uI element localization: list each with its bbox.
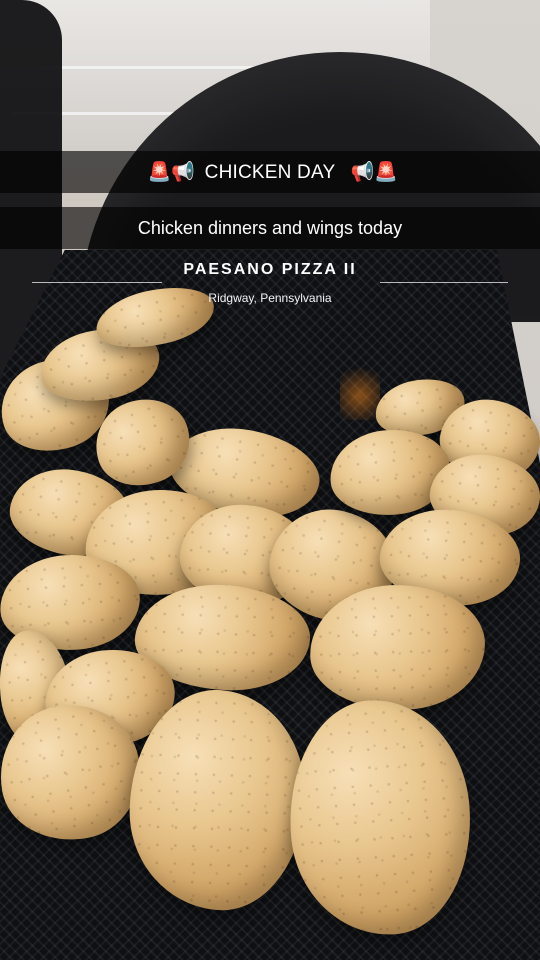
fire-glow [340, 360, 380, 420]
siren-icon: 🚨 [147, 161, 172, 183]
siren-icon: 🚨 [374, 161, 399, 183]
geofilter-line-right [380, 282, 508, 283]
story-title-text: CHICKEN DAY [204, 162, 336, 183]
story-subtitle: Chicken dinners and wings today [137, 218, 403, 238]
megaphone-icon: 📢 [350, 161, 375, 183]
story-title: 🚨 📢 CHICKEN DAY 📢 🚨 [0, 151, 540, 193]
geofilter-title: PAESANO PIZZA II [183, 261, 357, 278]
background-photo [0, 0, 540, 960]
geofilter-line-left [32, 282, 162, 283]
geofilter-location: Ridgway, Pennsylvania [208, 291, 332, 305]
megaphone-icon: 📢 [171, 161, 196, 183]
